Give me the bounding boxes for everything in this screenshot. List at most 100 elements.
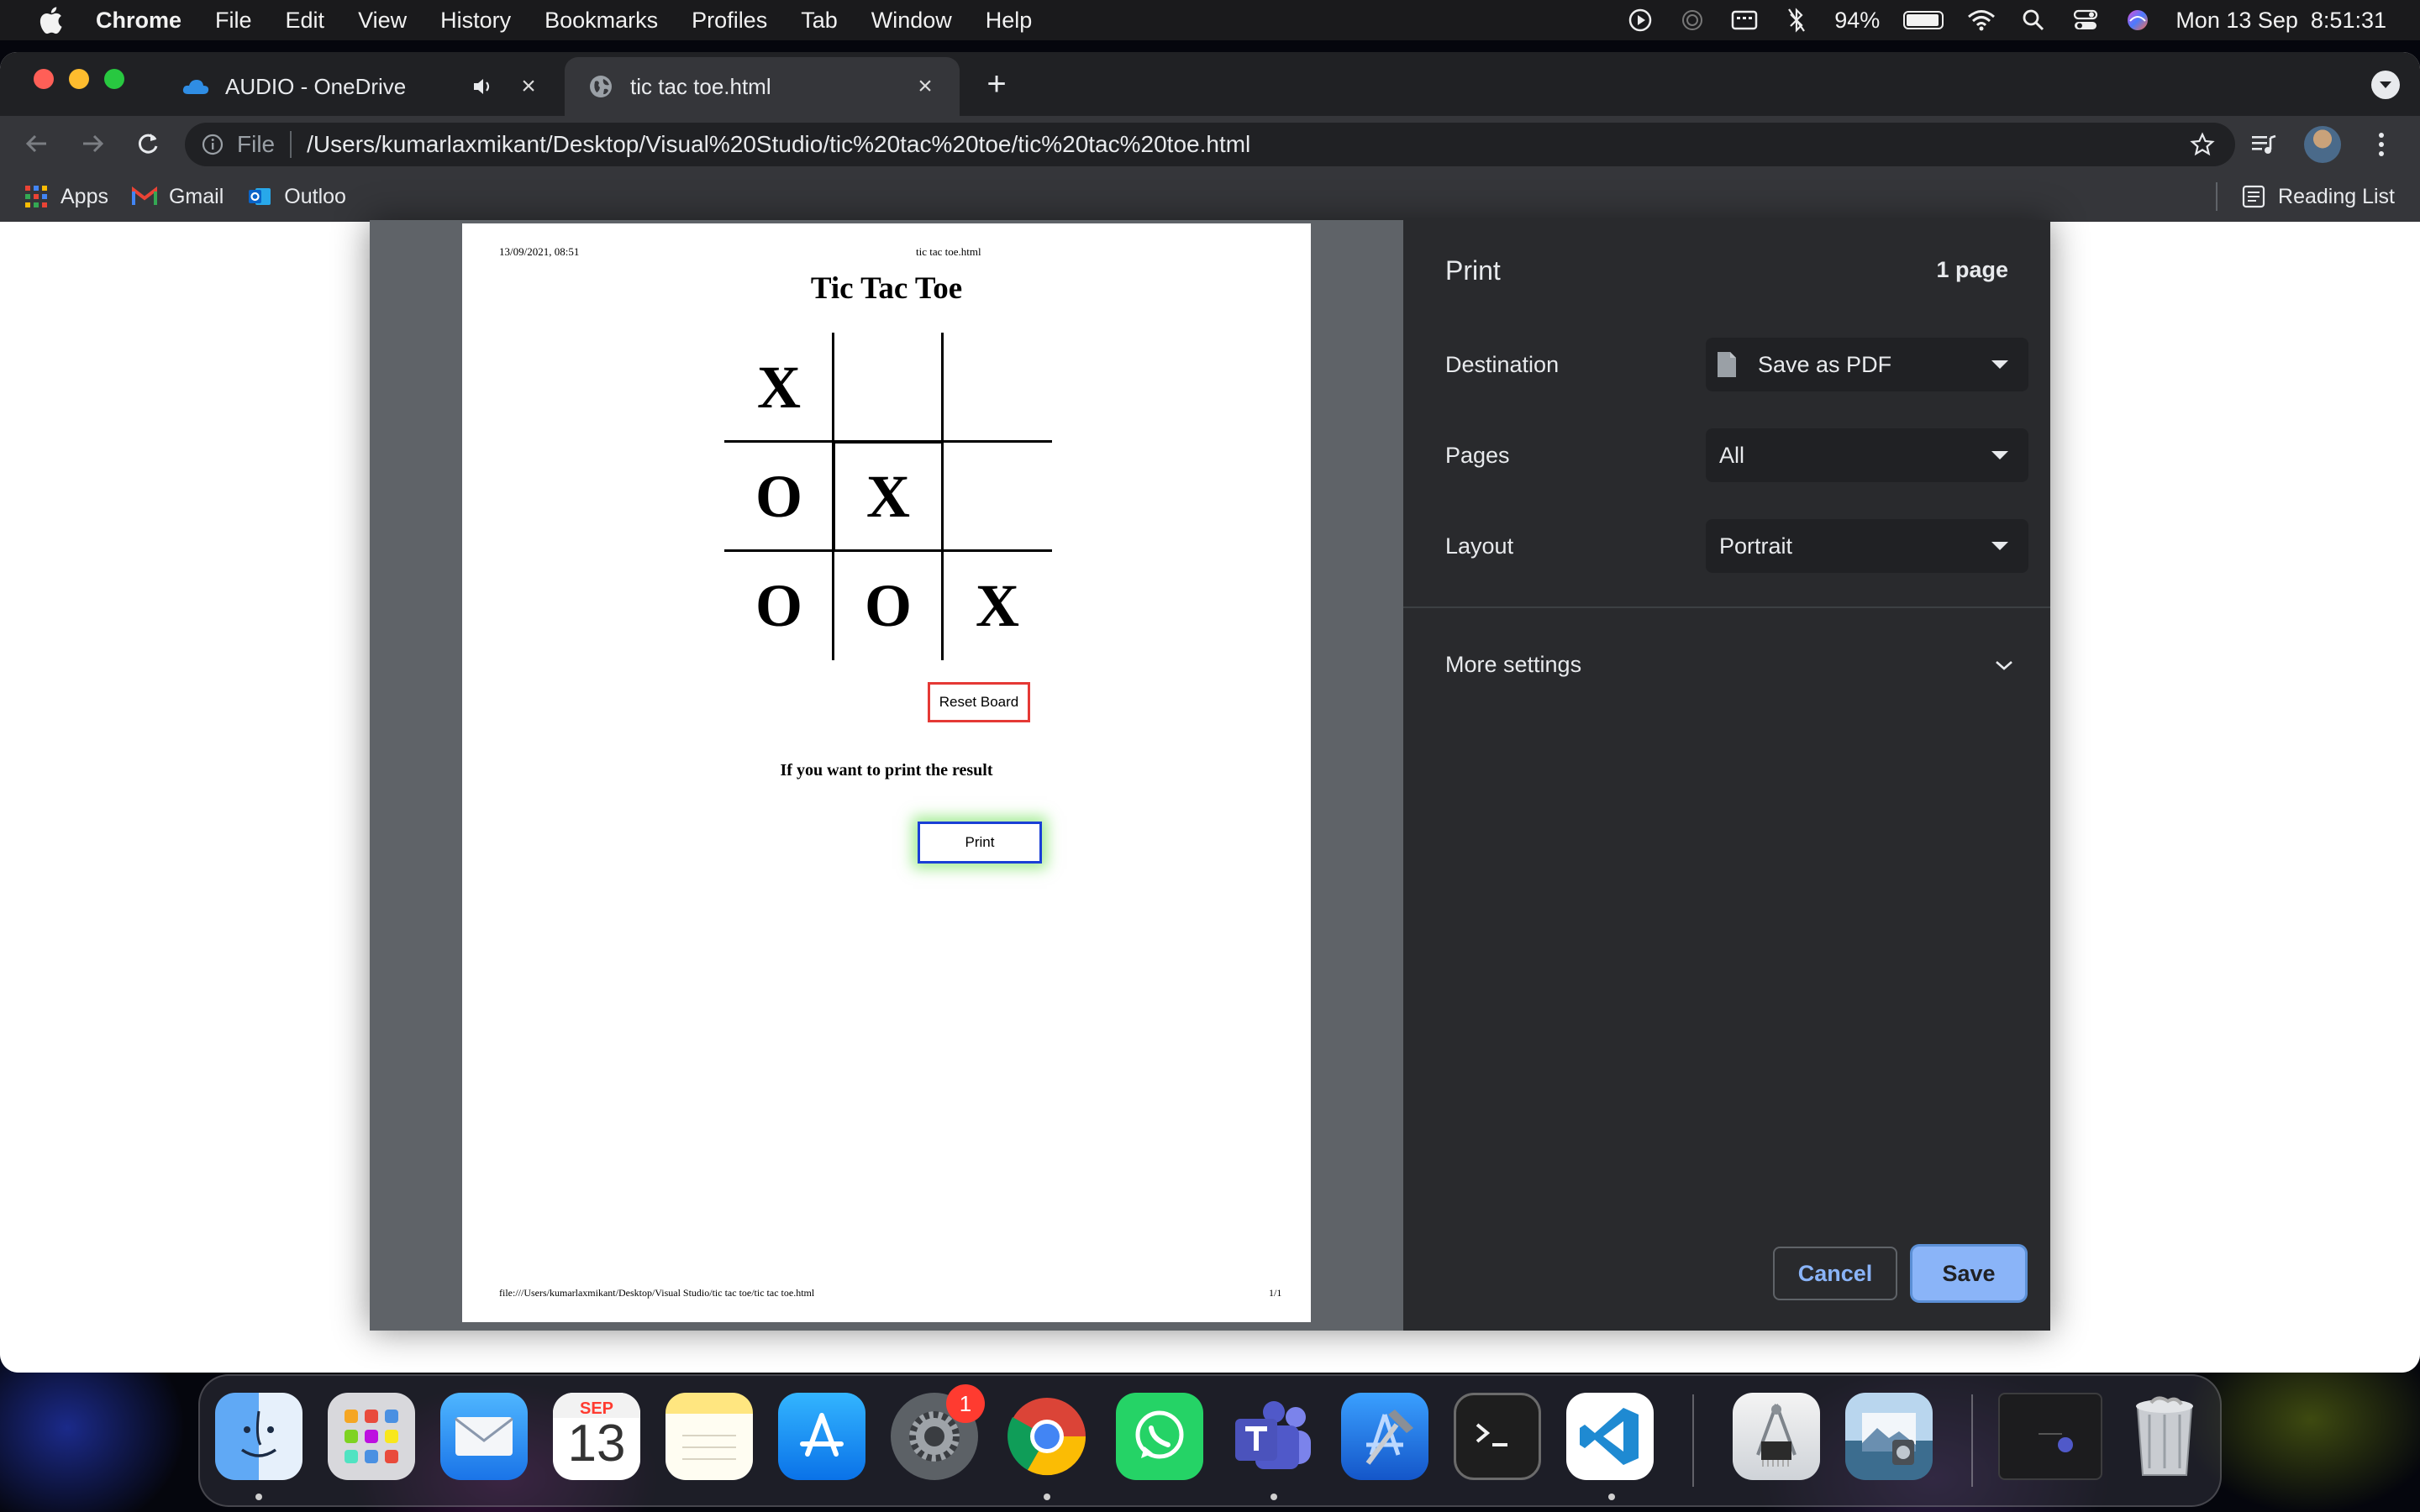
menu-clock[interactable]: Mon 13 Sep 8:51:31 bbox=[2175, 8, 2386, 34]
more-settings-toggle[interactable]: More settings bbox=[1445, 652, 2017, 678]
layout-value: Portrait bbox=[1719, 533, 1793, 559]
battery-percent: 94% bbox=[1834, 7, 1881, 33]
settings-divider bbox=[1403, 606, 2050, 608]
board-cell bbox=[834, 333, 943, 442]
menu-window[interactable]: Window bbox=[871, 8, 952, 34]
bookmarks-bar: Apps Gmail Outloo Reading List bbox=[0, 171, 2420, 222]
destination-value: Save as PDF bbox=[1758, 351, 1892, 377]
bookmark-outlook[interactable]: Outloo bbox=[247, 184, 346, 209]
apple-menu-icon[interactable] bbox=[34, 6, 67, 34]
preview-footer-path: file:///Users/kumarlaxmikant/Desktop/Vis… bbox=[499, 1287, 815, 1299]
game-title: Tic Tac Toe bbox=[810, 271, 963, 306]
wifi-icon[interactable] bbox=[1967, 8, 1996, 33]
zoom-window-button[interactable] bbox=[104, 69, 124, 89]
profile-avatar[interactable] bbox=[2304, 126, 2341, 163]
finder-icon[interactable] bbox=[215, 1393, 302, 1480]
apps-grid-icon bbox=[24, 184, 49, 209]
menu-edit[interactable]: Edit bbox=[286, 8, 325, 34]
system-preferences-icon[interactable]: 1 bbox=[891, 1384, 985, 1480]
chrome-window: AUDIO - OneDrive × tic tac toe.html × + bbox=[0, 52, 2420, 1373]
board-cell: O bbox=[864, 571, 912, 639]
close-tab-icon[interactable]: × bbox=[516, 72, 541, 100]
bookmarks-divider bbox=[2216, 182, 2218, 211]
bookmark-gmail[interactable]: Gmail bbox=[131, 184, 224, 209]
new-tab-button[interactable]: + bbox=[980, 66, 1013, 102]
board-cell: O bbox=[755, 571, 802, 639]
tab-title: AUDIO - OneDrive bbox=[225, 73, 407, 99]
notification-badge: 1 bbox=[946, 1384, 985, 1423]
save-button[interactable]: Save bbox=[1912, 1247, 2025, 1300]
menu-app-name[interactable]: Chrome bbox=[96, 8, 182, 34]
battery-icon[interactable] bbox=[1903, 11, 1944, 29]
minimized-window-thumbnail[interactable] bbox=[1998, 1393, 2102, 1480]
globe-icon bbox=[587, 72, 615, 101]
reading-list[interactable]: Reading List bbox=[2216, 171, 2395, 222]
url-text[interactable]: /Users/kumarlaxmikant/Desktop/Visual%20S… bbox=[307, 131, 2188, 158]
bookmark-star-icon[interactable] bbox=[2188, 130, 2217, 159]
pages-select[interactable]: All bbox=[1706, 428, 2028, 482]
xcode-icon[interactable] bbox=[1341, 1393, 1428, 1480]
app-store-icon[interactable] bbox=[778, 1393, 865, 1480]
tab-strip: AUDIO - OneDrive × tic tac toe.html × + bbox=[0, 52, 2420, 116]
menu-file[interactable]: File bbox=[215, 8, 252, 34]
trash-icon[interactable] bbox=[2121, 1393, 2208, 1480]
menu-bookmarks[interactable]: Bookmarks bbox=[544, 8, 658, 34]
menu-history[interactable]: History bbox=[440, 8, 511, 34]
layout-label: Layout bbox=[1445, 533, 1514, 559]
input-source-icon[interactable] bbox=[1730, 8, 1759, 33]
vscode-icon[interactable] bbox=[1566, 1393, 1654, 1480]
whatsapp-icon[interactable] bbox=[1116, 1393, 1203, 1480]
menu-tab[interactable]: Tab bbox=[801, 8, 838, 34]
preview-sheet: 13/09/2021, 08:51 tic tac toe.html Tic T… bbox=[462, 223, 1311, 1322]
print-dialog: 13/09/2021, 08:51 tic tac toe.html Tic T… bbox=[370, 220, 2050, 1331]
close-window-button[interactable] bbox=[34, 69, 54, 89]
preview-icon[interactable] bbox=[1845, 1393, 1933, 1480]
dock-separator bbox=[1971, 1394, 1973, 1487]
dock-separator bbox=[1692, 1394, 1694, 1487]
calendar-icon[interactable]: SEP 13 bbox=[553, 1393, 640, 1480]
more-settings-label: More settings bbox=[1445, 652, 1582, 677]
board-cell: X bbox=[757, 353, 801, 421]
dropdown-caret-icon bbox=[1991, 451, 2008, 459]
cancel-button[interactable]: Cancel bbox=[1773, 1247, 1897, 1300]
spotlight-search-icon[interactable] bbox=[2019, 8, 2048, 33]
minimize-window-button[interactable] bbox=[69, 69, 89, 89]
control-center-icon[interactable] bbox=[2071, 8, 2100, 33]
center-cell-border bbox=[834, 442, 943, 551]
notes-icon[interactable] bbox=[666, 1393, 753, 1480]
system-information-icon[interactable] bbox=[1733, 1393, 1820, 1480]
tab-search-icon[interactable] bbox=[2371, 71, 2400, 99]
speaker-icon[interactable] bbox=[471, 74, 496, 99]
print-preview-area: 13/09/2021, 08:51 tic tac toe.html Tic T… bbox=[370, 220, 1403, 1331]
tab-onedrive[interactable]: AUDIO - OneDrive × bbox=[160, 57, 563, 116]
menu-profiles[interactable]: Profiles bbox=[692, 8, 767, 34]
back-arrow-icon[interactable] bbox=[18, 125, 55, 162]
teams-icon[interactable] bbox=[1228, 1393, 1316, 1480]
tab-tic-tac-toe[interactable]: tic tac toe.html × bbox=[565, 57, 960, 116]
close-tab-icon[interactable]: × bbox=[913, 72, 938, 100]
running-indicator bbox=[1044, 1494, 1050, 1500]
menu-view[interactable]: View bbox=[358, 8, 407, 34]
destination-select[interactable]: Save as PDF bbox=[1706, 338, 2028, 391]
mail-icon[interactable] bbox=[440, 1393, 528, 1480]
layout-select[interactable]: Portrait bbox=[1706, 519, 2028, 573]
macos-dock: SEP 13 1 bbox=[198, 1374, 2222, 1507]
chrome-icon[interactable] bbox=[1003, 1393, 1091, 1480]
dropdown-caret-icon bbox=[1991, 542, 2008, 550]
launchpad-icon[interactable] bbox=[328, 1393, 415, 1480]
bluetooth-off-icon[interactable] bbox=[1782, 8, 1811, 33]
forward-arrow-icon[interactable] bbox=[74, 125, 111, 162]
siri-icon[interactable] bbox=[2123, 8, 2152, 33]
terminal-icon[interactable] bbox=[1454, 1393, 1541, 1480]
airdrop-icon[interactable] bbox=[1678, 8, 1707, 33]
menu-help[interactable]: Help bbox=[986, 8, 1033, 34]
reload-icon[interactable] bbox=[129, 125, 166, 162]
bookmark-apps[interactable]: Apps bbox=[24, 184, 108, 209]
page-count: 1 page bbox=[1936, 257, 2008, 282]
info-icon[interactable] bbox=[200, 132, 225, 157]
media-control-icon[interactable] bbox=[2245, 126, 2282, 163]
chrome-menu-icon[interactable] bbox=[2363, 126, 2400, 163]
play-circle-icon[interactable] bbox=[1626, 8, 1655, 33]
address-bar[interactable]: File /Users/kumarlaxmikant/Desktop/Visua… bbox=[185, 123, 2235, 166]
url-scheme-label: File bbox=[237, 131, 276, 157]
